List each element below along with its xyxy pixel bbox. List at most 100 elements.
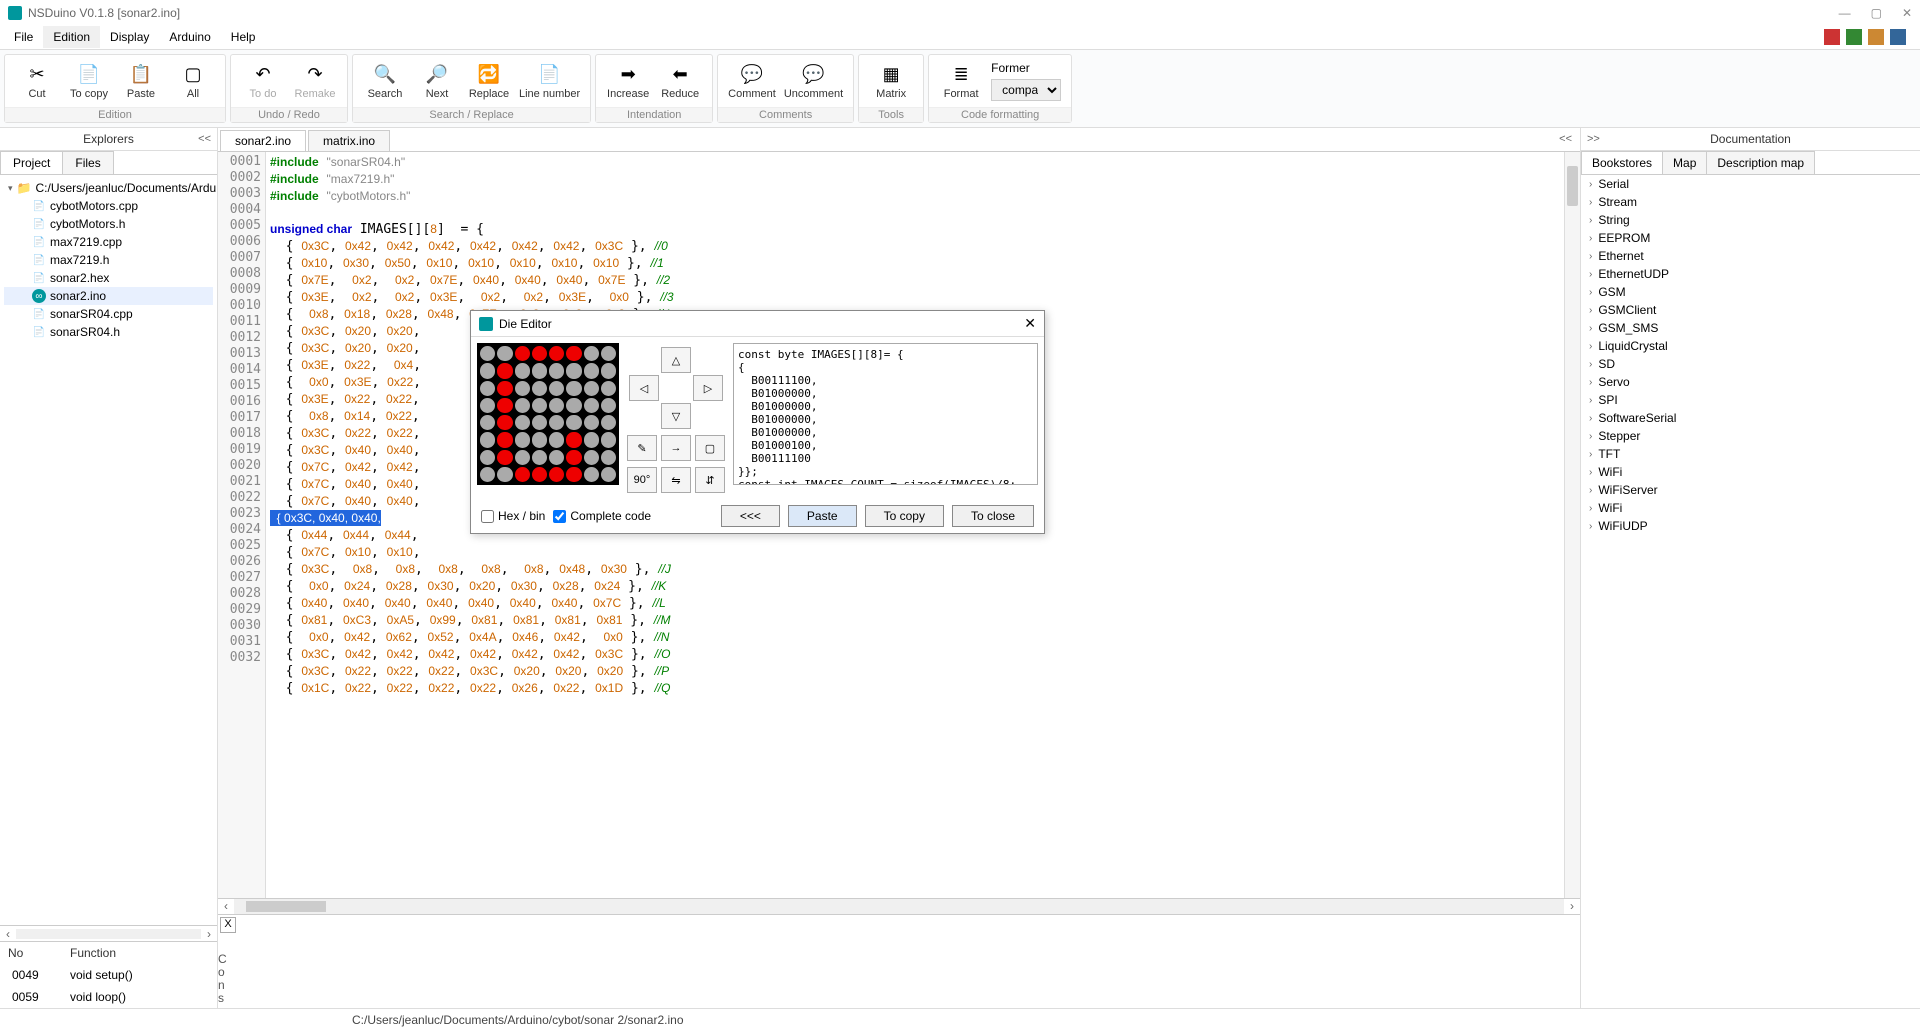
matrix-cell[interactable] bbox=[515, 398, 530, 413]
matrix-cell[interactable] bbox=[601, 398, 616, 413]
matrix-cell[interactable] bbox=[497, 415, 512, 430]
matrix-cell[interactable] bbox=[584, 415, 599, 430]
matrix-cell[interactable] bbox=[566, 415, 581, 430]
replace-button[interactable]: 🔁Replace bbox=[467, 62, 511, 100]
collapse-center-icon[interactable]: << bbox=[1551, 130, 1580, 151]
matrix-cell[interactable] bbox=[584, 398, 599, 413]
matrix-cell[interactable] bbox=[497, 363, 512, 378]
matrix-cell[interactable] bbox=[480, 346, 495, 361]
matrix-cell[interactable] bbox=[549, 450, 564, 465]
scroll-left-icon[interactable]: ‹ bbox=[218, 899, 234, 914]
matrix-cell[interactable] bbox=[497, 381, 512, 396]
matrix-cell[interactable] bbox=[497, 346, 512, 361]
doc-item[interactable]: ›Ethernet bbox=[1581, 247, 1920, 265]
tree-file[interactable]: 📄sonarSR04.cpp bbox=[4, 305, 213, 323]
rotate-button[interactable]: 90° bbox=[627, 467, 657, 493]
select-all-button[interactable]: ▢All bbox=[171, 62, 215, 100]
doc-item[interactable]: ›GSMClient bbox=[1581, 301, 1920, 319]
matrix-cell[interactable] bbox=[515, 450, 530, 465]
doc-item[interactable]: ›LiquidCrystal bbox=[1581, 337, 1920, 355]
hexbin-checkbox[interactable]: Hex / bin bbox=[481, 509, 545, 523]
tree-file[interactable]: 📄sonar2.hex bbox=[4, 269, 213, 287]
tab-project[interactable]: Project bbox=[0, 151, 63, 174]
matrix-button[interactable]: ▦Matrix bbox=[869, 62, 913, 100]
tree-file[interactable]: 📄sonarSR04.h bbox=[4, 323, 213, 341]
tree-hscroll[interactable]: ‹ › bbox=[0, 925, 217, 941]
menu-help[interactable]: Help bbox=[221, 26, 266, 48]
matrix-cell[interactable] bbox=[601, 381, 616, 396]
matrix-cell[interactable] bbox=[566, 432, 581, 447]
matrix-cell[interactable] bbox=[515, 432, 530, 447]
matrix-grid[interactable] bbox=[477, 343, 619, 485]
tab-bookstores[interactable]: Bookstores bbox=[1581, 151, 1663, 174]
matrix-cell[interactable] bbox=[480, 381, 495, 396]
matrix-cell[interactable] bbox=[480, 398, 495, 413]
close-button[interactable]: ✕ bbox=[1902, 6, 1912, 20]
matrix-cell[interactable] bbox=[566, 381, 581, 396]
matrix-cell[interactable] bbox=[601, 450, 616, 465]
dialog-code[interactable]: const byte IMAGES[][8]= { { B00111100, B… bbox=[733, 343, 1038, 485]
matrix-cell[interactable] bbox=[584, 346, 599, 361]
matrix-cell[interactable] bbox=[549, 363, 564, 378]
dialog-close-button2[interactable]: To close bbox=[952, 505, 1034, 527]
matrix-cell[interactable] bbox=[549, 432, 564, 447]
matrix-cell[interactable] bbox=[549, 346, 564, 361]
next-button[interactable]: 🔎Next bbox=[415, 62, 459, 100]
matrix-cell[interactable] bbox=[480, 467, 495, 482]
scroll-right-icon[interactable]: › bbox=[201, 927, 217, 941]
menu-display[interactable]: Display bbox=[100, 26, 159, 48]
dialog-paste-button[interactable]: Paste bbox=[788, 505, 857, 527]
line-number-button[interactable]: 📄Line number bbox=[519, 62, 580, 100]
doc-item[interactable]: ›GSM_SMS bbox=[1581, 319, 1920, 337]
matrix-cell[interactable] bbox=[601, 467, 616, 482]
tab-map[interactable]: Map bbox=[1662, 151, 1707, 174]
flip-v-button[interactable]: ⇵ bbox=[695, 467, 725, 493]
toolbar-upload-icon[interactable] bbox=[1868, 29, 1884, 45]
format-button[interactable]: ≣Format bbox=[939, 62, 983, 100]
matrix-cell[interactable] bbox=[497, 450, 512, 465]
former-select[interactable]: compact bbox=[991, 79, 1061, 101]
matrix-cell[interactable] bbox=[601, 346, 616, 361]
matrix-cell[interactable] bbox=[515, 346, 530, 361]
matrix-cell[interactable] bbox=[497, 432, 512, 447]
matrix-cell[interactable] bbox=[515, 467, 530, 482]
flip-h-button[interactable]: ⇋ bbox=[661, 467, 691, 493]
matrix-cell[interactable] bbox=[532, 432, 547, 447]
doc-item[interactable]: ›String bbox=[1581, 211, 1920, 229]
matrix-cell[interactable] bbox=[584, 467, 599, 482]
matrix-left-button[interactable]: ◁ bbox=[629, 375, 659, 401]
arrow-button[interactable]: → bbox=[661, 435, 691, 461]
tree-file[interactable]: ∞sonar2.ino bbox=[4, 287, 213, 305]
matrix-cell[interactable] bbox=[532, 467, 547, 482]
doc-item[interactable]: ›SoftwareSerial bbox=[1581, 409, 1920, 427]
matrix-cell[interactable] bbox=[601, 363, 616, 378]
matrix-cell[interactable] bbox=[584, 381, 599, 396]
tree-root[interactable]: ▾ 📁 C:/Users/jeanluc/Documents/Arduir bbox=[4, 179, 213, 197]
matrix-cell[interactable] bbox=[601, 415, 616, 430]
function-row[interactable]: 0049void setup() bbox=[0, 964, 217, 986]
search-button[interactable]: 🔍Search bbox=[363, 62, 407, 100]
matrix-cell[interactable] bbox=[515, 381, 530, 396]
matrix-cell[interactable] bbox=[566, 363, 581, 378]
matrix-cell[interactable] bbox=[480, 450, 495, 465]
matrix-cell[interactable] bbox=[497, 467, 512, 482]
matrix-cell[interactable] bbox=[549, 381, 564, 396]
menu-arduino[interactable]: Arduino bbox=[159, 26, 220, 48]
matrix-cell[interactable] bbox=[566, 398, 581, 413]
dialog-copy-button[interactable]: To copy bbox=[865, 505, 944, 527]
matrix-cell[interactable] bbox=[532, 346, 547, 361]
tab-files[interactable]: Files bbox=[62, 151, 113, 174]
clear-button[interactable]: ▢ bbox=[695, 435, 725, 461]
tree-file[interactable]: 📄cybotMotors.h bbox=[4, 215, 213, 233]
doc-item[interactable]: ›SPI bbox=[1581, 391, 1920, 409]
matrix-cell[interactable] bbox=[584, 363, 599, 378]
matrix-cell[interactable] bbox=[566, 346, 581, 361]
collapse-right-icon[interactable]: >> bbox=[1587, 133, 1600, 145]
tree-file[interactable]: 📄cybotMotors.cpp bbox=[4, 197, 213, 215]
toolbar-monitor-icon[interactable] bbox=[1890, 29, 1906, 45]
doc-item[interactable]: ›WiFiUDP bbox=[1581, 517, 1920, 535]
doc-item[interactable]: ›Stepper bbox=[1581, 427, 1920, 445]
matrix-cell[interactable] bbox=[532, 398, 547, 413]
minimize-button[interactable]: — bbox=[1839, 6, 1851, 20]
doc-item[interactable]: ›GSM bbox=[1581, 283, 1920, 301]
